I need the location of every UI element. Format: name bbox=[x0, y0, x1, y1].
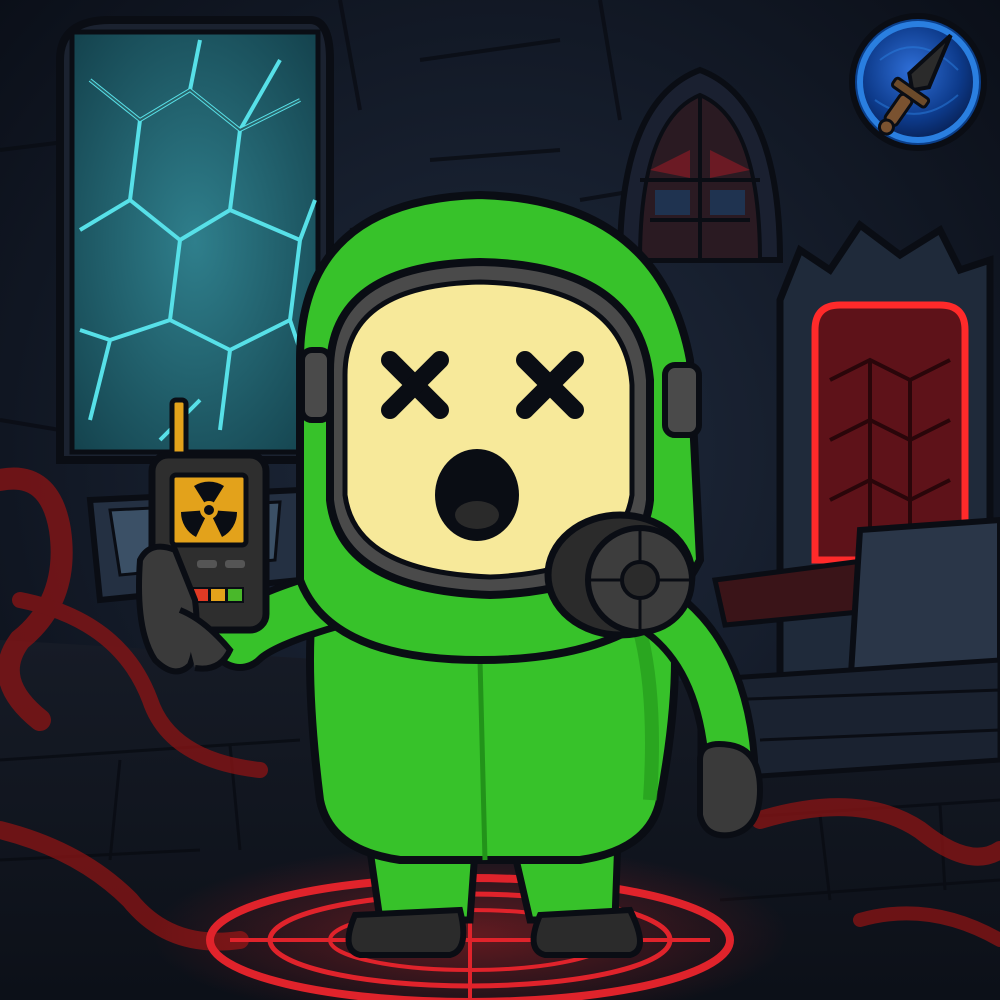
geiger-button-green[interactable] bbox=[226, 587, 244, 603]
game-scene bbox=[0, 0, 1000, 1000]
respirator-filter-icon bbox=[544, 511, 696, 639]
ability-slot[interactable] bbox=[849, 13, 987, 151]
glove-icon bbox=[697, 741, 764, 839]
geiger-button-yellow[interactable] bbox=[209, 587, 227, 603]
cracked-window bbox=[56, 16, 334, 464]
